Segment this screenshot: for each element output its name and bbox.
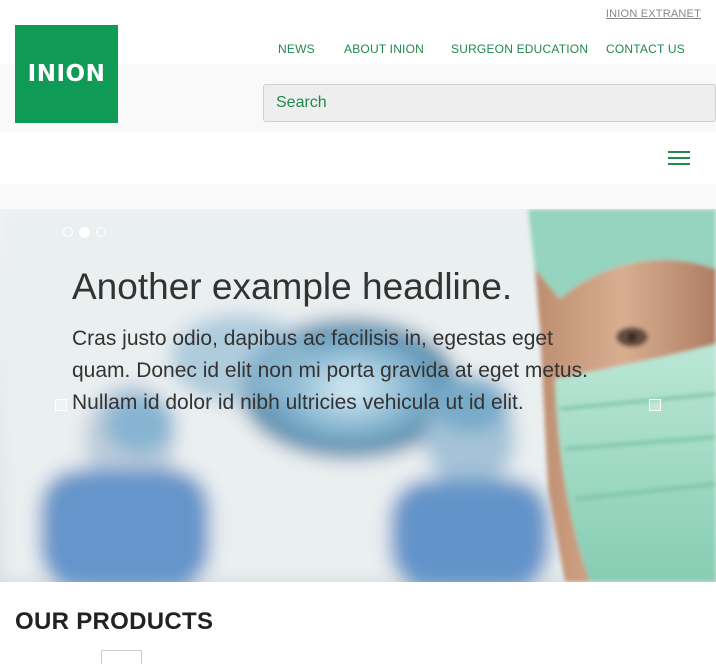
hero-body-text: Cras justo odio, dapibus ac facilisis in… <box>72 327 588 414</box>
product-card[interactable] <box>101 650 142 664</box>
nav-item-about-inion[interactable]: ABOUT INION <box>344 42 424 56</box>
mobile-menu-bar <box>0 132 716 184</box>
carousel-dot-2[interactable] <box>79 226 90 238</box>
main-nav: NEWS ABOUT INION SURGEON EDUCATION CONTA… <box>0 42 716 58</box>
previous-slide-icon[interactable] <box>55 399 67 411</box>
next-slide-icon[interactable] <box>649 399 661 411</box>
search-input[interactable] <box>263 84 716 122</box>
carousel-indicators <box>63 226 106 238</box>
carousel-dot-3[interactable] <box>96 227 106 237</box>
hero-headline: Another example headline. <box>72 266 513 307</box>
hamburger-menu-icon[interactable] <box>668 150 690 166</box>
carousel-dot-1[interactable] <box>63 227 73 237</box>
section-gap <box>0 184 716 209</box>
nav-item-contact-us[interactable]: CONTACT US <box>606 42 685 56</box>
inion-logo[interactable]: INION <box>15 25 118 123</box>
nav-item-surgeon-education[interactable]: SURGEON EDUCATION <box>451 42 588 56</box>
products-section-title: OUR PRODUCTS <box>15 608 214 635</box>
extranet-link[interactable]: INION EXTRANET <box>606 8 701 20</box>
nav-item-news[interactable]: NEWS <box>278 42 315 56</box>
logo-text: INION <box>27 61 106 87</box>
